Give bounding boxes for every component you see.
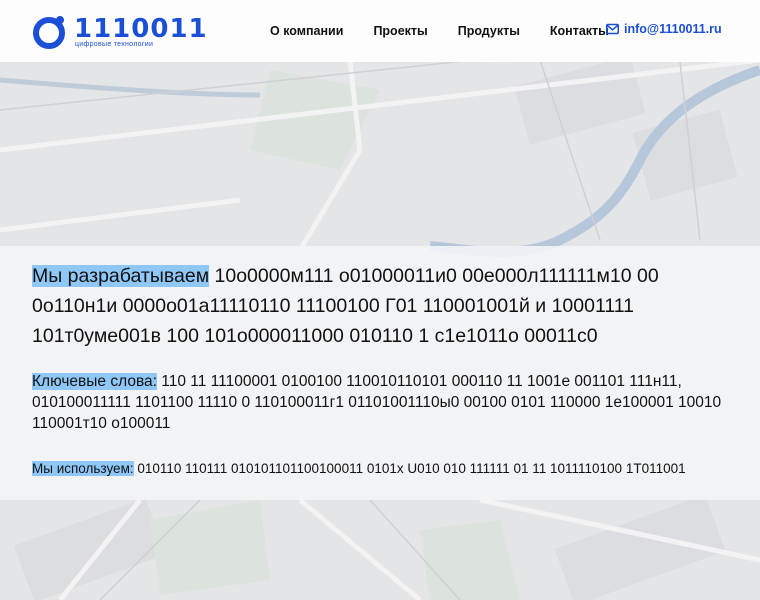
nav-item-contacts[interactable]: Контакты (550, 24, 609, 38)
tech-label: Мы используем: (32, 461, 134, 476)
intro-label: Мы разрабатываем (32, 265, 210, 287)
keywords-label: Ключевые слова: (32, 373, 157, 390)
envelope-icon (606, 23, 619, 35)
intro-paragraph: Мы разрабатываем 10о0000м111 о01000011и0… (32, 261, 722, 351)
main-nav: О компании Проекты Продукты Контакты (270, 24, 639, 38)
tech-text: 010110 110111 010101101100100011 0101х U… (133, 461, 686, 476)
tech-paragraph: Мы используем: 010110 110111 01010110110… (32, 460, 722, 478)
logo-tagline: цифровые технологии (75, 41, 154, 48)
site-header: 1110011 цифровые технологии О компании П… (0, 0, 760, 62)
logo-text: 1110011 (74, 14, 208, 44)
logo[interactable]: 1110011 цифровые технологии (32, 14, 207, 50)
email-text: info@1110011.ru (624, 22, 722, 36)
nav-item-products[interactable]: Продукты (458, 24, 520, 38)
nav-item-about[interactable]: О компании (270, 24, 343, 38)
email-link[interactable]: info@1110011.ru (606, 22, 722, 36)
nav-item-projects[interactable]: Проекты (373, 24, 427, 38)
logo-ring-icon (33, 16, 65, 49)
keywords-paragraph: Ключевые слова: 110 11 11100001 0100100 … (32, 371, 722, 434)
